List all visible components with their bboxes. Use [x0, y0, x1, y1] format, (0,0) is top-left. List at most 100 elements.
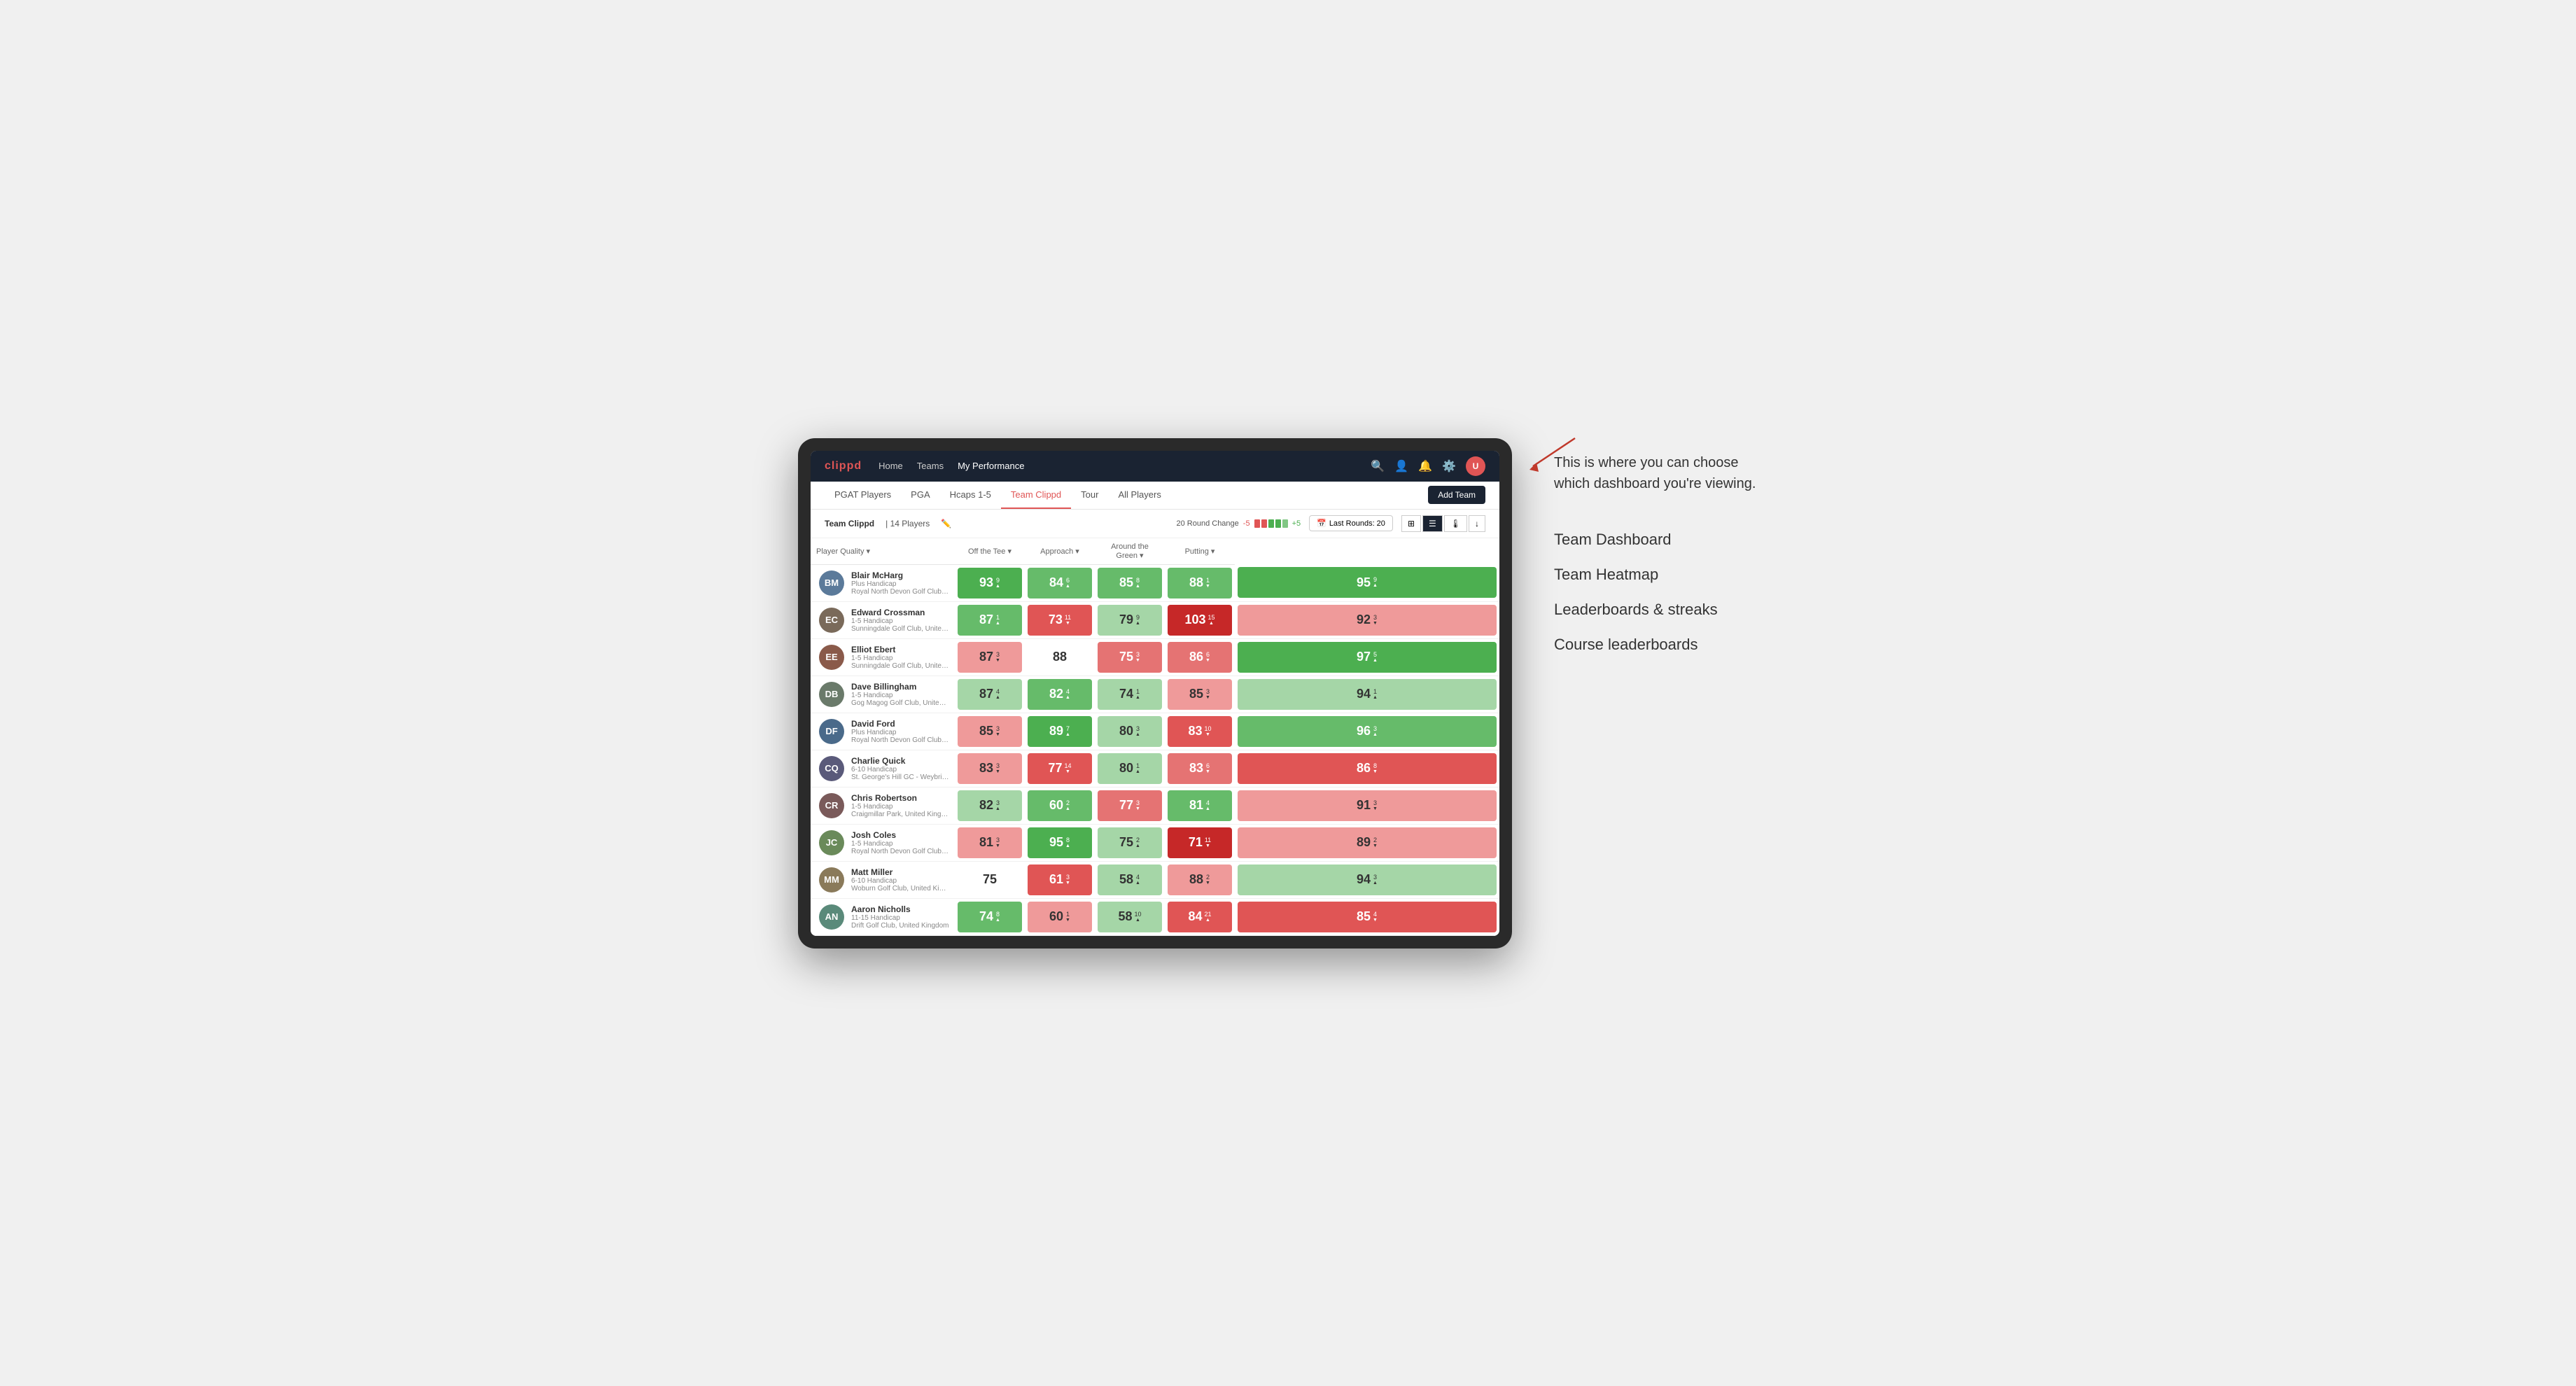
- search-icon[interactable]: 🔍: [1371, 459, 1385, 473]
- player-club: Gog Magog Golf Club, United Kingdom: [851, 699, 949, 707]
- player-name: Elliot Ebert: [851, 645, 949, 654]
- arrow-down-icon: ▼: [1205, 881, 1210, 886]
- player-cell[interactable]: MMMatt Miller6-10 HandicapWoburn Golf Cl…: [811, 861, 955, 898]
- metric-value: 81: [979, 835, 993, 850]
- menu-item-leaderboards[interactable]: Leaderboards & streaks: [1554, 592, 1778, 627]
- player-cell[interactable]: JCJosh Coles1-5 HandicapRoyal North Devo…: [811, 824, 955, 861]
- col-putting: Putting ▾: [1165, 538, 1235, 565]
- arrow-down-icon: ▼: [1373, 844, 1378, 848]
- metric-cell: 752▲: [1095, 824, 1165, 861]
- menu-item-team-dashboard[interactable]: Team Dashboard: [1554, 522, 1778, 557]
- change-number: 3: [1206, 689, 1210, 695]
- sub-nav-hcaps[interactable]: Hcaps 1-5: [940, 482, 1001, 509]
- player-name: Blair McHarg: [851, 570, 949, 580]
- metric-value: 58: [1119, 872, 1133, 887]
- player-cell[interactable]: ANAaron Nicholls11-15 HandicapDrift Golf…: [811, 898, 955, 935]
- player-cell[interactable]: BMBlair McHargPlus HandicapRoyal North D…: [811, 564, 955, 601]
- menu-item-team-heatmap[interactable]: Team Heatmap: [1554, 557, 1778, 592]
- arrow-up-icon: ▲: [995, 621, 1000, 626]
- metric-change: 9▲: [1373, 577, 1378, 588]
- sub-nav-pga[interactable]: PGA: [901, 482, 939, 509]
- add-team-button[interactable]: Add Team: [1428, 486, 1485, 504]
- player-cell[interactable]: CRChris Robertson1-5 HandicapCraigmillar…: [811, 787, 955, 824]
- change-number: 3: [1373, 726, 1377, 732]
- team-controls: 20 Round Change -5 +5 📅 Last: [1176, 515, 1485, 532]
- metric-value: 84: [1049, 575, 1063, 590]
- menu-item-course-leaderboards[interactable]: Course leaderboards: [1554, 627, 1778, 662]
- bell-icon[interactable]: 🔔: [1418, 459, 1432, 473]
- metric-value: 89: [1049, 724, 1063, 738]
- metric-cell: 913▼: [1235, 787, 1499, 824]
- change-number: 3: [996, 837, 1000, 844]
- player-cell[interactable]: CQCharlie Quick6-10 HandicapSt. George's…: [811, 750, 955, 787]
- metric-cell: 753▼: [1095, 638, 1165, 676]
- metric-change: 21▲: [1205, 911, 1212, 923]
- arrow-down-icon: ▼: [1065, 769, 1070, 774]
- metric-cell: 584▲: [1095, 861, 1165, 898]
- metric-cell: 7714▼: [1025, 750, 1095, 787]
- metric-change: 11▼: [1205, 837, 1211, 848]
- nav-link-teams[interactable]: Teams: [917, 458, 944, 474]
- metric-change: 2▲: [1065, 800, 1070, 811]
- profile-icon[interactable]: 👤: [1394, 459, 1408, 473]
- arrow-down-icon: ▼: [1373, 918, 1378, 923]
- metric-value: 92: [1357, 612, 1371, 627]
- view-download-button[interactable]: ↓: [1469, 515, 1485, 532]
- edit-icon[interactable]: ✏️: [941, 519, 951, 528]
- nav-link-my-performance[interactable]: My Performance: [958, 458, 1024, 474]
- metric-value: 97: [1357, 650, 1371, 664]
- sub-nav-tour[interactable]: Tour: [1071, 482, 1108, 509]
- metric-change: 3▼: [995, 763, 1000, 774]
- change-number: 3: [996, 652, 1000, 658]
- metric-change: 3▼: [1065, 874, 1070, 886]
- metric-change: 3▼: [1373, 615, 1378, 626]
- avatar: EE: [819, 645, 844, 670]
- player-club: Woburn Golf Club, United Kingdom: [851, 885, 949, 892]
- arrow-up-icon: ▲: [1065, 806, 1070, 811]
- view-list-button[interactable]: ☰: [1422, 515, 1443, 532]
- sub-nav-pgat-players[interactable]: PGAT Players: [825, 482, 901, 509]
- metric-value: 85: [979, 724, 993, 738]
- arrow-up-icon: ▲: [1135, 844, 1140, 848]
- player-cell[interactable]: EEElliot Ebert1-5 HandicapSunningdale Go…: [811, 638, 955, 676]
- change-number: 6: [1206, 652, 1210, 658]
- arrow-up-icon: ▲: [1065, 695, 1070, 700]
- bar-red: [1254, 519, 1260, 528]
- metric-cell: 941▲: [1235, 676, 1499, 713]
- metric-change: 5▲: [1373, 652, 1378, 663]
- arrow-down-icon: ▼: [1065, 881, 1070, 886]
- page-wrapper: clippd Home Teams My Performance 🔍 👤 🔔 ⚙…: [798, 438, 1778, 948]
- metric-cell: 8421▲: [1165, 898, 1235, 935]
- sub-nav-all-players[interactable]: All Players: [1108, 482, 1170, 509]
- player-cell[interactable]: DFDavid FordPlus HandicapRoyal North Dev…: [811, 713, 955, 750]
- metric-change: 3▼: [1373, 800, 1378, 811]
- metric-cell: 613▼: [1025, 861, 1095, 898]
- last-rounds-button[interactable]: 📅 Last Rounds: 20: [1309, 515, 1393, 531]
- avatar: CR: [819, 793, 844, 818]
- change-number: 8: [996, 911, 1000, 918]
- settings-icon[interactable]: ⚙️: [1442, 459, 1456, 473]
- metric-value: 83: [979, 761, 993, 776]
- view-heatmap-button[interactable]: 🌡: [1444, 515, 1467, 532]
- change-number: 4: [1136, 874, 1140, 881]
- change-number: 3: [1373, 615, 1377, 621]
- metric-value: 85: [1189, 687, 1203, 701]
- change-number: 1: [1206, 578, 1210, 584]
- metric-value: 74: [979, 909, 993, 924]
- metric-cell: 602▲: [1025, 787, 1095, 824]
- user-avatar[interactable]: U: [1466, 456, 1485, 476]
- metric-value: 89: [1357, 835, 1371, 850]
- view-grid-button[interactable]: ⊞: [1401, 515, 1421, 532]
- player-cell[interactable]: DBDave Billingham1-5 HandicapGog Magog G…: [811, 676, 955, 713]
- metric-value: 91: [1357, 798, 1371, 813]
- nav-link-home[interactable]: Home: [878, 458, 903, 474]
- change-number: 11: [1065, 615, 1071, 621]
- metric-change: 3▲: [1135, 726, 1140, 737]
- metric-value: 61: [1049, 872, 1063, 887]
- player-club: Royal North Devon Golf Club, United King…: [851, 848, 949, 855]
- sub-nav-team-clippd[interactable]: Team Clippd: [1001, 482, 1071, 509]
- metric-change: 3▼: [995, 652, 1000, 663]
- metric-cell: 958▲: [1025, 824, 1095, 861]
- metric-value: 71: [1189, 835, 1203, 850]
- player-cell[interactable]: ECEdward Crossman1-5 HandicapSunningdale…: [811, 601, 955, 638]
